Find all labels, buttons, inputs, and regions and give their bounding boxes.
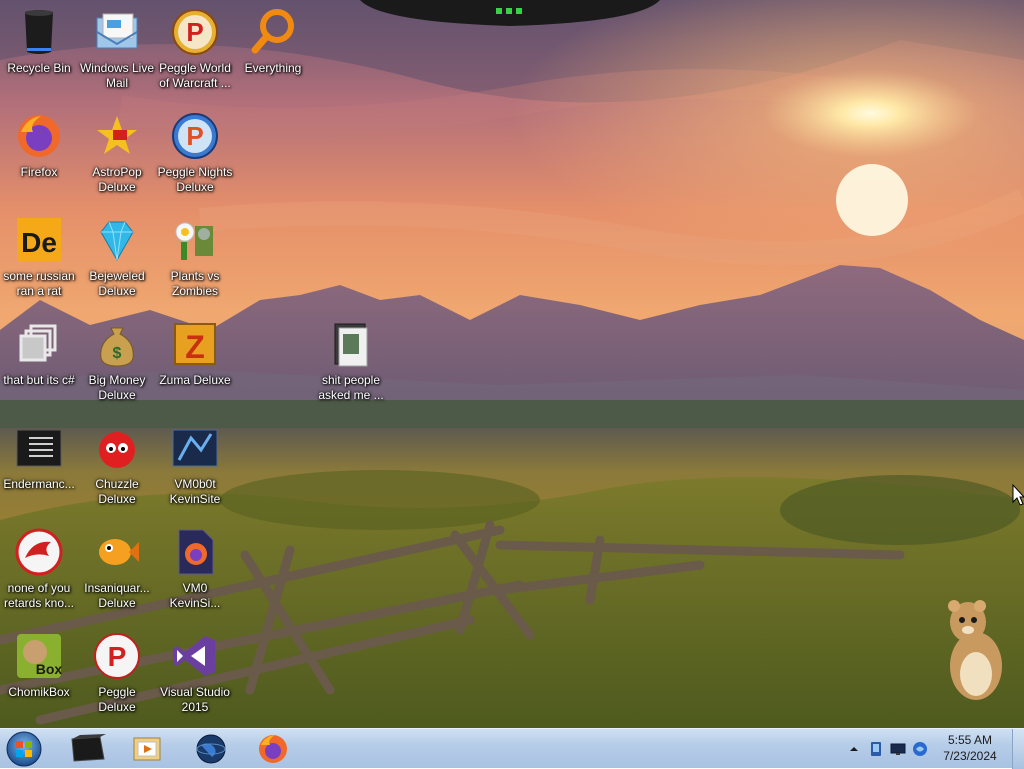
firefox-icon — [18, 115, 60, 157]
icon-label: AstroPop Deluxe — [92, 165, 142, 194]
svg-text:P: P — [186, 121, 203, 151]
monitor-icon[interactable] — [890, 741, 906, 757]
svg-text:De: De — [21, 227, 57, 258]
taskbar-firefox-button[interactable] — [246, 731, 300, 767]
svg-text:$: $ — [113, 345, 122, 362]
show-desktop-button[interactable] — [1012, 729, 1024, 769]
desktop-icon-visual-studio-2015[interactable]: Visual Studio 2015 — [156, 628, 234, 724]
icon-label: none of you retards kno... — [3, 581, 75, 610]
icon-label: Firefox — [20, 165, 58, 179]
windows-orb-icon[interactable] — [4, 730, 44, 768]
top-gadget-bar[interactable] — [360, 0, 660, 30]
de-icon: De — [17, 218, 61, 262]
magnifier-icon — [251, 9, 294, 54]
plant-icon — [175, 222, 213, 260]
media-folder-icon — [133, 737, 161, 761]
svg-text:P: P — [186, 17, 203, 47]
clock-date: 7/23/2024 — [943, 749, 997, 763]
fish-icon — [99, 539, 139, 565]
desktop-icon-windows-live-mail[interactable]: Windows Live Mail — [78, 4, 156, 100]
taskbar-clock[interactable]: 5:55 AM 7/23/2024 — [930, 732, 1010, 764]
icon-label: Peggle Deluxe — [98, 685, 136, 714]
svg-text:P: P — [108, 641, 127, 672]
icon-label: Visual Studio 2015 — [160, 685, 230, 714]
red-fox-icon — [15, 528, 63, 576]
taskbar-media-folder-button[interactable] — [120, 731, 174, 767]
clock-time: 5:55 AM — [947, 733, 993, 747]
svg-text:Z: Z — [185, 329, 205, 365]
visual-studio-icon — [173, 636, 215, 676]
desktop-icon-peggle-nights-deluxe[interactable]: P Peggle Nights Deluxe — [156, 108, 234, 204]
taskbar-globe-button[interactable] — [184, 731, 238, 767]
desktop[interactable]: Recycle Bin Windows Live Mail P Peggle W… — [0, 0, 1024, 728]
desktop-icon-endermanch[interactable]: Endermanc... — [0, 420, 78, 516]
mouse-cursor — [1012, 484, 1024, 506]
astropop-icon — [97, 116, 137, 154]
desktop-icon-big-money-deluxe[interactable]: $ Big Money Deluxe — [78, 316, 156, 412]
hamster-desktop-pet[interactable] — [936, 596, 1014, 704]
zuma-icon: Z — [174, 323, 216, 365]
desktop-icon-peggle-world-of-warcraft[interactable]: P Peggle World of Warcraft ... — [156, 4, 234, 100]
copy-windows-icon — [19, 324, 57, 362]
icon-label: Endermanc... — [3, 477, 75, 491]
hamster-box-icon: Box — [17, 634, 63, 678]
gem-icon — [100, 221, 134, 262]
desktop-icon-shit-people-asked-me[interactable]: shit people asked me ... — [312, 316, 390, 412]
firefox-file-icon — [178, 529, 214, 575]
desktop-icon-insaniquarium-deluxe[interactable]: Insaniquar... Deluxe — [78, 524, 156, 620]
icon-label: Peggle World of Warcraft ... — [159, 61, 231, 90]
phone-icon[interactable] — [868, 741, 884, 757]
icon-label: shit people asked me ... — [318, 373, 384, 402]
desktop-icon-zuma-deluxe[interactable]: Z Zuma Deluxe — [156, 316, 234, 412]
desktop-icon-everything[interactable]: Everything — [234, 4, 312, 100]
network-icon[interactable] — [912, 741, 928, 757]
desktop-icon-recycle-bin[interactable]: Recycle Bin — [0, 4, 78, 100]
icon-label: Insaniquar... Deluxe — [84, 581, 150, 610]
console-icon — [16, 429, 62, 467]
peggle-icon: P — [94, 633, 140, 679]
svg-text:Box: Box — [36, 661, 63, 677]
chuzzle-icon — [99, 432, 135, 468]
icon-label: Zuma Deluxe — [159, 373, 231, 387]
desktop-icon-bejeweled-deluxe[interactable]: Bejeweled Deluxe — [78, 212, 156, 308]
desktop-icon-plants-vs-zombies[interactable]: Plants vs Zombies — [156, 212, 234, 308]
desktop-icon-chuzzle-deluxe[interactable]: Chuzzle Deluxe — [78, 420, 156, 516]
peggle-icon: P — [172, 9, 218, 55]
vm-app-icon — [172, 429, 218, 467]
recycle-bin-icon — [25, 10, 53, 54]
icon-label: Recycle Bin — [7, 61, 71, 75]
black-box-icon — [71, 734, 106, 762]
icon-label: Chuzzle Deluxe — [95, 477, 139, 506]
globe-icon — [196, 734, 226, 764]
desktop-icon-none-of-you-retards[interactable]: none of you retards kno... — [0, 524, 78, 620]
icon-label: some russian ran a rat — [3, 269, 75, 298]
firefox-icon — [259, 735, 287, 763]
icon-label: that but its c# — [3, 373, 75, 387]
desktop-icon-peggle-deluxe[interactable]: P Peggle Deluxe — [78, 628, 156, 724]
desktop-icon-some-russian-ran-a-rat[interactable]: De some russian ran a rat — [0, 212, 78, 308]
icon-label: Plants vs Zombies — [170, 269, 220, 298]
desktop-icon-firefox[interactable]: Firefox — [0, 108, 78, 204]
icon-label: VM0 KevinSi... — [169, 581, 221, 610]
taskbar-terminal-box-button[interactable] — [60, 731, 114, 767]
icon-label: Bejeweled Deluxe — [89, 269, 145, 298]
taskbar: 5:55 AM 7/23/2024 — [0, 728, 1024, 769]
icon-label: Big Money Deluxe — [88, 373, 146, 402]
folder-icon — [334, 323, 368, 367]
icon-label: VM0b0t KevinSite — [169, 477, 221, 506]
desktop-icon-vm0-kevinsite[interactable]: VM0 KevinSi... — [156, 524, 234, 620]
money-bag-icon: $ — [100, 327, 134, 367]
icon-label: Peggle Nights Deluxe — [157, 165, 233, 194]
icon-label: Windows Live Mail — [79, 61, 155, 90]
desktop-icon-chomikbox[interactable]: Box ChomikBox — [0, 628, 78, 724]
show-hidden-icons-arrow-icon[interactable] — [846, 741, 862, 757]
icon-label: Everything — [244, 61, 302, 75]
desktop-icon-astropop-deluxe[interactable]: AstroPop Deluxe — [78, 108, 156, 204]
mail-icon — [96, 13, 138, 49]
desktop-icon-that-but-its-csharp[interactable]: that but its c# — [0, 316, 78, 412]
icon-label: ChomikBox — [8, 685, 70, 699]
desktop-icon-vm0b0t-kevinsite[interactable]: VM0b0t KevinSite — [156, 420, 234, 516]
peggle-nights-icon: P — [172, 113, 218, 159]
